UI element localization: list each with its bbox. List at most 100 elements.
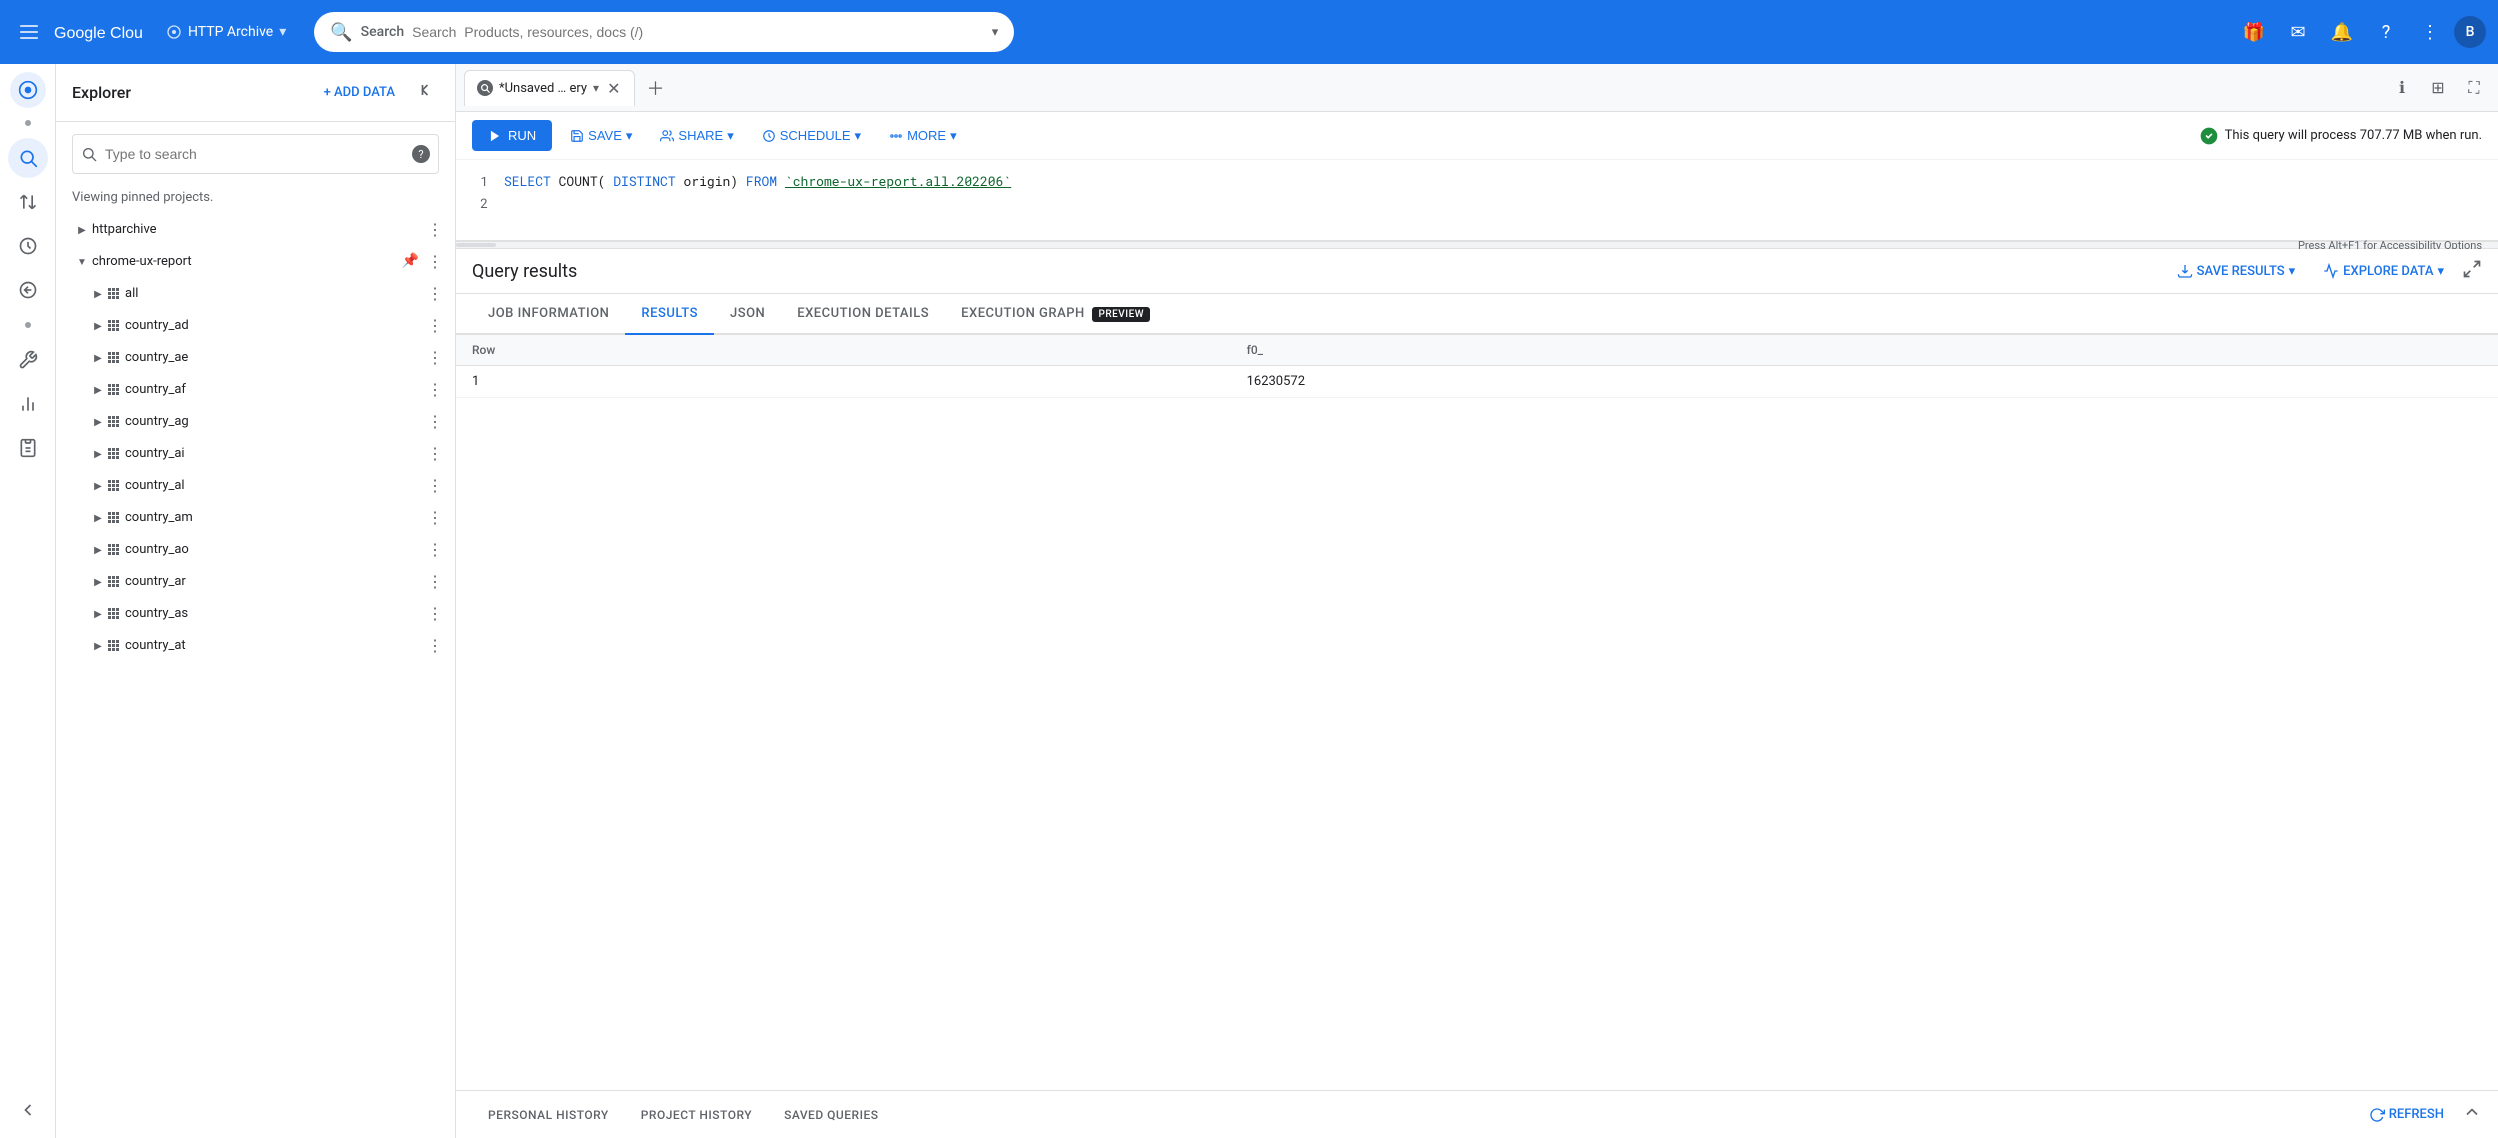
tree-item-all[interactable]: all ⋮ [56, 277, 455, 309]
share-button[interactable]: SHARE ▾ [650, 122, 743, 150]
tree-item-httparchive[interactable]: httparchive ⋮ [56, 213, 455, 245]
tab-label-unsaved: *Unsaved … ery [499, 81, 587, 96]
tab-actions: ℹ ⊞ ⛶ [2386, 72, 2490, 104]
tree-item-country_am[interactable]: country_am ⋮ [56, 501, 455, 533]
avatar[interactable]: B [2454, 16, 2486, 48]
tree-label-country_al: country_al [125, 478, 423, 493]
tree-more-country_as[interactable]: ⋮ [423, 602, 447, 625]
notice-text: This query will process 707.77 MB when r… [2225, 128, 2482, 143]
explore-data-button[interactable]: EXPLORE DATA ▾ [2313, 257, 2454, 285]
refresh-button[interactable]: REFRESH [2359, 1101, 2454, 1129]
table-grid-icon-country_ag [108, 416, 119, 427]
more-button[interactable]: MORE ▾ [879, 122, 967, 150]
tab-personal-history[interactable]: PERSONAL HISTORY [472, 1091, 625, 1138]
tree-item-country_ae[interactable]: country_ae ⋮ [56, 341, 455, 373]
collapse-explorer-button[interactable] [411, 76, 439, 109]
sidebar-icon-tools[interactable] [8, 340, 48, 380]
tab-json[interactable]: JSON [714, 294, 781, 335]
tree-item-country_as[interactable]: country_as ⋮ [56, 597, 455, 629]
tree-more-country_al[interactable]: ⋮ [423, 474, 447, 497]
tab-expand-button[interactable]: ⛶ [2458, 72, 2490, 104]
resize-handle[interactable]: Press Alt+F1 for Accessibility Options [456, 241, 2498, 249]
save-results-button[interactable]: SAVE RESULTS ▾ [2167, 257, 2306, 285]
tree-more-country_ai[interactable]: ⋮ [423, 442, 447, 465]
tab-info-button[interactable]: ℹ [2386, 72, 2418, 104]
tree-more-country_ae[interactable]: ⋮ [423, 346, 447, 369]
tree-item-country_at[interactable]: country_at ⋮ [56, 629, 455, 661]
tab-table-button[interactable]: ⊞ [2422, 72, 2454, 104]
tree-more-country_af[interactable]: ⋮ [423, 378, 447, 401]
tree-item-country_ag[interactable]: country_ag ⋮ [56, 405, 455, 437]
gift-icon-btn[interactable]: 🎁 [2234, 12, 2274, 52]
tree-item-country_ao[interactable]: country_ao ⋮ [56, 533, 455, 565]
collapse-bottom-button[interactable] [2462, 1102, 2482, 1127]
table-header-row: Row f0_ [456, 335, 2498, 366]
project-name: HTTP Archive [188, 24, 273, 40]
tree-more-country_ar[interactable]: ⋮ [423, 570, 447, 593]
tab-execution-details[interactable]: EXECUTION DETAILS [781, 294, 945, 335]
run-button[interactable]: RUN [472, 120, 552, 151]
save-dropdown-icon: ▾ [626, 128, 633, 144]
code-editor[interactable]: 1 SELECT COUNT( DISTINCT origin) FROM `c… [456, 160, 2498, 240]
table-row[interactable]: 1 16230572 [456, 366, 2498, 398]
tree-more-all[interactable]: ⋮ [423, 282, 447, 305]
sidebar-icon-refresh[interactable] [8, 270, 48, 310]
dot-separator-2 [25, 322, 31, 328]
cell-f0-value: 16230572 [1231, 366, 2498, 398]
save-results-dropdown: ▾ [2289, 264, 2296, 279]
tree-item-country_af[interactable]: country_af ⋮ [56, 373, 455, 405]
tree-arrow-country_am [88, 507, 108, 527]
search-help-icon[interactable]: ? [412, 145, 430, 163]
tab-unsaved-query[interactable]: *Unsaved … ery ▾ ✕ [464, 70, 635, 106]
code-content-1: SELECT COUNT( DISTINCT origin) FROM `chr… [504, 172, 1011, 190]
sidebar-icon-search[interactable] [8, 138, 48, 178]
code-line-1: 1 SELECT COUNT( DISTINCT origin) FROM `c… [472, 172, 2482, 190]
sidebar-icon-chart[interactable] [8, 384, 48, 424]
results-expand-button[interactable] [2462, 259, 2482, 284]
sidebar-expand-btn[interactable] [8, 1090, 48, 1130]
tab-add-button[interactable]: ＋ [639, 72, 671, 104]
tree-more-country_am[interactable]: ⋮ [423, 506, 447, 529]
tree-item-country_al[interactable]: country_al ⋮ [56, 469, 455, 501]
table-grid-icon-country_af [108, 384, 119, 395]
sidebar-icon-transfer[interactable] [8, 182, 48, 222]
tree-item-country_ar[interactable]: country_ar ⋮ [56, 565, 455, 597]
tree-more-httparchive[interactable]: ⋮ [423, 218, 447, 241]
tab-job-information[interactable]: JOB INFORMATION [472, 294, 625, 335]
tree-item-country_ai[interactable]: country_ai ⋮ [56, 437, 455, 469]
tree-more-chrome-ux-report[interactable]: ⋮ [423, 250, 447, 273]
add-data-button[interactable]: + ADD DATA [316, 79, 403, 106]
sidebar-icon-clipboard[interactable] [8, 428, 48, 468]
svg-text:Google Cloud: Google Cloud [54, 25, 142, 42]
tab-close-button[interactable]: ✕ [605, 77, 622, 100]
tab-saved-queries[interactable]: SAVED QUERIES [768, 1091, 894, 1138]
support-icon-btn[interactable]: ✉ [2278, 12, 2318, 52]
tree-more-country_ag[interactable]: ⋮ [423, 410, 447, 433]
sidebar-icon-home[interactable] [10, 72, 46, 108]
search-dropdown-icon[interactable]: ▾ [992, 25, 999, 40]
top-navigation: Google Cloud HTTP Archive ▾ 🔍 Search ▾ 🎁… [0, 0, 2498, 64]
schedule-button[interactable]: SCHEDULE ▾ [752, 122, 871, 150]
search-input[interactable] [412, 24, 984, 40]
tree-more-country_ao[interactable]: ⋮ [423, 538, 447, 561]
explorer-search-input[interactable] [105, 146, 404, 162]
tree-more-country_ad[interactable]: ⋮ [423, 314, 447, 337]
col-header-f0: f0_ [1231, 335, 2498, 366]
notifications-icon-btn[interactable]: 🔔 [2322, 12, 2362, 52]
tab-dropdown-icon: ▾ [593, 81, 599, 95]
tree-more-country_at[interactable]: ⋮ [423, 634, 447, 657]
tree-label-country_ad: country_ad [125, 318, 423, 333]
sidebar-icon-history[interactable] [8, 226, 48, 266]
help-icon-btn[interactable]: ? [2366, 12, 2406, 52]
tree-label-country_am: country_am [125, 510, 423, 525]
tab-execution-graph[interactable]: EXECUTION GRAPH PREVIEW [945, 294, 1166, 335]
project-selector[interactable]: HTTP Archive ▾ [158, 20, 294, 44]
tab-results[interactable]: RESULTS [625, 294, 714, 335]
tab-project-history[interactable]: PROJECT HISTORY [625, 1091, 768, 1138]
tree-item-country_ad[interactable]: country_ad ⋮ [56, 309, 455, 341]
results-actions: SAVE RESULTS ▾ EXPLORE DATA ▾ [2167, 257, 2482, 285]
tree-item-chrome-ux-report[interactable]: chrome-ux-report 📌 ⋮ [56, 245, 455, 277]
hamburger-menu[interactable] [12, 15, 46, 49]
more-icon-btn[interactable]: ⋮ [2410, 12, 2450, 52]
save-button[interactable]: SAVE ▾ [560, 122, 642, 150]
